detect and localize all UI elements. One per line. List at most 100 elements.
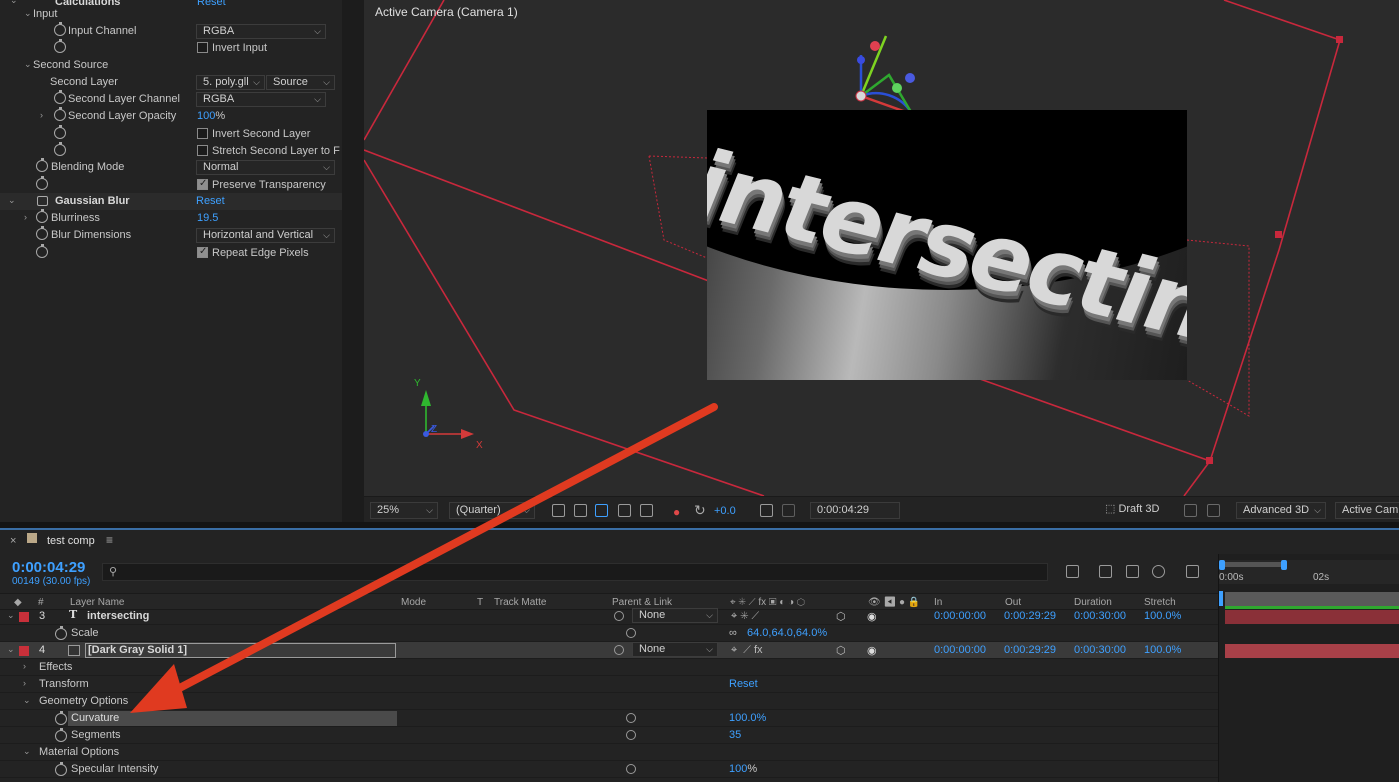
stopwatch-icon[interactable] <box>54 142 66 156</box>
current-time-display[interactable]: 0:00:04:29 <box>810 502 900 519</box>
property-group-geometry-options[interactable]: ⌄ Geometry Options <box>0 693 1218 710</box>
3d-layer-switch[interactable]: ⬡ <box>836 610 846 623</box>
region-of-interest-icon[interactable] <box>552 504 565 517</box>
preserve-transparency-checkbox[interactable] <box>197 178 208 190</box>
layer-duration[interactable]: 0:00:30:00 <box>1074 610 1126 622</box>
chevron-down-icon[interactable]: ⌄ <box>24 9 32 18</box>
chevron-down-icon[interactable]: ⌄ <box>23 747 31 756</box>
pick-whip-icon[interactable] <box>614 645 624 655</box>
motion-blur-icon[interactable] <box>1152 565 1165 578</box>
work-area-end-handle[interactable] <box>1281 560 1287 570</box>
stopwatch-icon[interactable] <box>36 244 48 258</box>
color-channels-icon[interactable]: ● <box>673 505 680 519</box>
blurriness-value[interactable]: 19.5 <box>197 212 218 224</box>
draft-3d-toggle-icon[interactable] <box>1099 565 1112 578</box>
exposure-value[interactable]: +0.0 <box>714 505 736 517</box>
timeline-tab[interactable]: × test comp ≡ <box>0 530 130 552</box>
layer-stretch[interactable]: 100.0% <box>1144 644 1181 656</box>
reset-link[interactable]: Reset <box>196 195 225 207</box>
col-parent[interactable]: Parent & Link <box>612 597 672 608</box>
stopwatch-icon[interactable] <box>54 90 66 104</box>
fx-icon[interactable] <box>37 196 48 206</box>
fx-group-second-source[interactable]: ⌄ Second Source <box>0 57 342 74</box>
second-layer-source-dropdown[interactable]: Source ⌵ <box>266 75 335 90</box>
layer-stretch[interactable]: 100.0% <box>1144 610 1181 622</box>
segments-value[interactable]: 35 <box>729 729 741 741</box>
layer-out[interactable]: 0:00:29:29 <box>1004 610 1056 622</box>
col-av-switches[interactable]: 👁 ◀ ● 🔒 <box>868 597 920 608</box>
specular-value[interactable]: 100 <box>729 763 747 775</box>
graph-editor-icon[interactable] <box>1186 565 1199 578</box>
label-column-icon[interactable]: ◆ <box>14 597 22 608</box>
show-snapshot-icon[interactable] <box>782 504 795 517</box>
timeline-navigator[interactable] <box>1225 592 1399 606</box>
col-duration[interactable]: Duration <box>1074 597 1112 608</box>
layer-duration[interactable]: 0:00:30:00 <box>1074 644 1126 656</box>
layer-search-input[interactable]: ⚲ <box>102 563 1048 581</box>
stopwatch-icon[interactable] <box>55 728 67 742</box>
renderer-button[interactable]: ⬚ Draft 3D <box>1099 502 1173 519</box>
stopwatch-icon[interactable] <box>54 107 66 121</box>
guides-icon[interactable] <box>618 504 631 517</box>
stopwatch-icon[interactable] <box>36 158 48 172</box>
composition-viewer[interactable]: Y Z X intersecting Active Camera (Camera… <box>364 0 1399 496</box>
parent-dropdown[interactable]: None ⌵ <box>632 642 718 657</box>
chevron-right-icon[interactable]: › <box>40 111 48 120</box>
curvature-value[interactable]: 100.0% <box>729 712 766 724</box>
invert-input-checkbox[interactable] <box>197 42 208 53</box>
pick-whip-icon[interactable] <box>626 764 636 774</box>
property-group-material-options[interactable]: ⌄ Material Options <box>0 744 1218 761</box>
3d-ground-plane-icon[interactable] <box>1207 504 1220 517</box>
transparency-grid-icon[interactable] <box>574 504 587 517</box>
repeat-edge-pixels-checkbox[interactable] <box>197 246 208 258</box>
work-area-start-handle[interactable] <box>1219 560 1225 570</box>
col-mode[interactable]: Mode <box>401 597 426 608</box>
layer-switches[interactable]: ⌖ ✳ ⟋ <box>731 610 759 623</box>
chevron-right-icon[interactable]: › <box>24 213 32 222</box>
mask-visibility-icon[interactable] <box>595 504 608 517</box>
opacity-value[interactable]: 100 <box>197 110 215 122</box>
layer-name-field[interactable]: [Dark Gray Solid 1] <box>85 643 396 658</box>
zoom-dropdown[interactable]: 25% ⌵ <box>370 502 438 519</box>
scale-value[interactable]: 64.0,64.0,64.0% <box>747 627 827 639</box>
layer-label-color[interactable] <box>19 612 29 622</box>
stopwatch-icon[interactable] <box>55 762 67 776</box>
col-layer-name[interactable]: Layer Name <box>70 597 124 608</box>
property-group-transform[interactable]: › Transform Reset <box>0 676 1218 693</box>
layer-in[interactable]: 0:00:00:00 <box>934 610 986 622</box>
eye-icon[interactable]: ◉ <box>867 644 877 657</box>
layer-row-selected[interactable]: ⌄ 4 [Dark Gray Solid 1] None ⌵ ⌖ ⟋ fx ⬡ ◉… <box>0 642 1218 659</box>
stopwatch-icon[interactable] <box>36 209 48 223</box>
stretch-second-layer-checkbox[interactable] <box>197 145 208 156</box>
input-channel-dropdown[interactable]: RGBA ⌵ <box>196 24 326 39</box>
layer-duration-bar-selected[interactable] <box>1225 644 1399 658</box>
stopwatch-icon[interactable] <box>55 626 67 640</box>
col-t[interactable]: T <box>477 597 483 608</box>
col-track-matte[interactable]: Track Matte <box>494 597 546 608</box>
chevron-right-icon[interactable]: › <box>23 662 31 671</box>
eye-icon[interactable]: ◉ <box>867 610 877 623</box>
chevron-down-icon[interactable]: ⌄ <box>7 645 15 654</box>
3d-layer-switch[interactable]: ⬡ <box>836 644 846 657</box>
time-ruler[interactable]: 0:00s 02s <box>1219 560 1399 584</box>
work-area-bar[interactable] <box>1223 562 1285 567</box>
3d-view-dropdown[interactable]: Active Cam <box>1335 502 1399 519</box>
stopwatch-icon[interactable] <box>54 39 66 53</box>
renderer-mode-dropdown[interactable]: Advanced 3D ⌵ <box>1236 502 1326 519</box>
property-group-effects[interactable]: › Effects <box>0 659 1218 676</box>
property-label[interactable]: Curvature <box>71 712 119 724</box>
col-switches[interactable]: ⌖ ✳ ⟋ fx ▣ ◐ ◑ ⬡ <box>730 597 805 608</box>
reset-exposure-icon[interactable]: ↻ <box>694 502 706 519</box>
camera-snapshot-icon[interactable] <box>760 504 773 517</box>
layer-switches[interactable]: ⌖ ⟋ fx <box>731 644 763 657</box>
pick-whip-icon[interactable] <box>626 628 636 638</box>
stopwatch-icon[interactable] <box>54 125 66 139</box>
col-out[interactable]: Out <box>1005 597 1021 608</box>
panel-divider[interactable] <box>342 0 364 522</box>
blending-mode-dropdown[interactable]: Normal ⌵ <box>196 160 335 175</box>
stopwatch-icon[interactable] <box>55 711 67 725</box>
second-layer-dropdown[interactable]: 5. poly.gll ⌵ <box>196 75 265 90</box>
close-icon[interactable]: × <box>10 535 16 547</box>
chevron-down-icon[interactable]: ⌄ <box>7 611 15 620</box>
layer-label-color[interactable] <box>19 646 29 656</box>
